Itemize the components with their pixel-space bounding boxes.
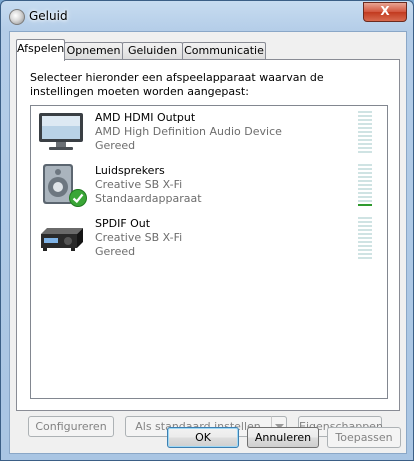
meter-bar <box>358 172 372 174</box>
meter-bar <box>358 180 372 182</box>
meter-bar <box>358 143 372 145</box>
tab-communicatie[interactable]: Communicatie <box>182 42 266 60</box>
meter-bar <box>358 139 372 141</box>
level-meter <box>358 164 372 208</box>
meter-bar <box>358 200 372 202</box>
apply-button[interactable]: Toepassen <box>327 427 401 448</box>
apply-label: Toepassen <box>335 431 393 444</box>
device-status: Standaardapparaat <box>95 192 202 205</box>
meter-bar <box>358 237 372 239</box>
configure-label: Configureren <box>35 420 107 433</box>
meter-bar <box>358 168 372 170</box>
device-description: Creative SB X-Fi <box>95 231 183 244</box>
device-description: Creative SB X-Fi <box>95 178 183 191</box>
receiver-icon <box>41 228 83 251</box>
meter-bar <box>358 192 372 194</box>
instruction-text: Selecteer hieronder een afspeelapparaat … <box>30 71 324 98</box>
meter-bar <box>358 229 372 231</box>
window-title: Geluid <box>29 9 68 23</box>
cancel-button[interactable]: Annuleren <box>247 427 319 448</box>
playback-device-list[interactable]: AMD HDMI Output AMD High Definition Audi… <box>30 105 388 399</box>
meter-bar <box>358 253 372 255</box>
meter-bar <box>358 257 372 259</box>
meter-bar <box>358 127 372 129</box>
cancel-label: Annuleren <box>254 431 312 444</box>
configure-button[interactable]: Configureren <box>28 416 114 437</box>
meter-bar <box>358 217 372 219</box>
meter-bar <box>358 221 372 223</box>
sound-app-icon <box>9 9 25 25</box>
device-item-speakers[interactable]: Luidsprekers Creative SB X-Fi Standaarda… <box>31 159 387 211</box>
meter-bar <box>358 164 372 166</box>
meter-bar <box>358 245 372 247</box>
device-item-spdif[interactable]: SPDIF Out Creative SB X-Fi Gereed <box>31 212 387 264</box>
device-description: AMD High Definition Audio Device <box>95 125 282 138</box>
device-name: SPDIF Out <box>95 217 151 230</box>
device-item-hdmi[interactable]: AMD HDMI Output AMD High Definition Audi… <box>31 106 387 158</box>
meter-bar <box>358 233 372 235</box>
meter-bar <box>358 147 372 149</box>
device-name: Luidsprekers <box>95 164 165 177</box>
device-status: Gereed <box>95 245 136 258</box>
level-meter <box>358 111 372 155</box>
default-device-check-icon <box>69 189 87 207</box>
meter-bar <box>358 196 372 198</box>
tab-geluiden[interactable]: Geluiden <box>122 42 183 60</box>
meter-bar <box>358 241 372 243</box>
tab-afspelen[interactable]: Afspelen <box>16 39 65 61</box>
ok-button[interactable]: OK <box>167 427 239 448</box>
meter-bar <box>358 184 372 186</box>
meter-bar <box>358 225 372 227</box>
dialog-client-area: Afspelen Opnemen Geluiden Communicatie S… <box>9 31 407 454</box>
device-status: Gereed <box>95 139 136 152</box>
device-name: AMD HDMI Output <box>95 111 196 124</box>
meter-bar <box>358 111 372 113</box>
meter-bar <box>358 176 372 178</box>
meter-bar <box>358 151 372 153</box>
ok-label: OK <box>195 431 211 444</box>
title-bar[interactable]: Geluid X <box>1 1 413 31</box>
sound-dialog-window: Geluid X Afspelen Opnemen Geluiden Commu… <box>0 0 414 461</box>
tab-opnemen[interactable]: Opnemen <box>64 42 123 60</box>
monitor-icon <box>39 113 83 150</box>
meter-bar <box>358 249 372 251</box>
meter-bar <box>358 204 372 206</box>
meter-bar <box>358 119 372 121</box>
meter-bar <box>358 188 372 190</box>
meter-bar <box>358 135 372 137</box>
meter-bar <box>358 123 372 125</box>
tab-panel-playback: Selecteer hieronder een afspeelapparaat … <box>16 59 400 437</box>
level-meter <box>358 217 372 261</box>
close-button[interactable]: X <box>363 2 407 22</box>
meter-bar <box>358 131 372 133</box>
meter-bar <box>358 115 372 117</box>
